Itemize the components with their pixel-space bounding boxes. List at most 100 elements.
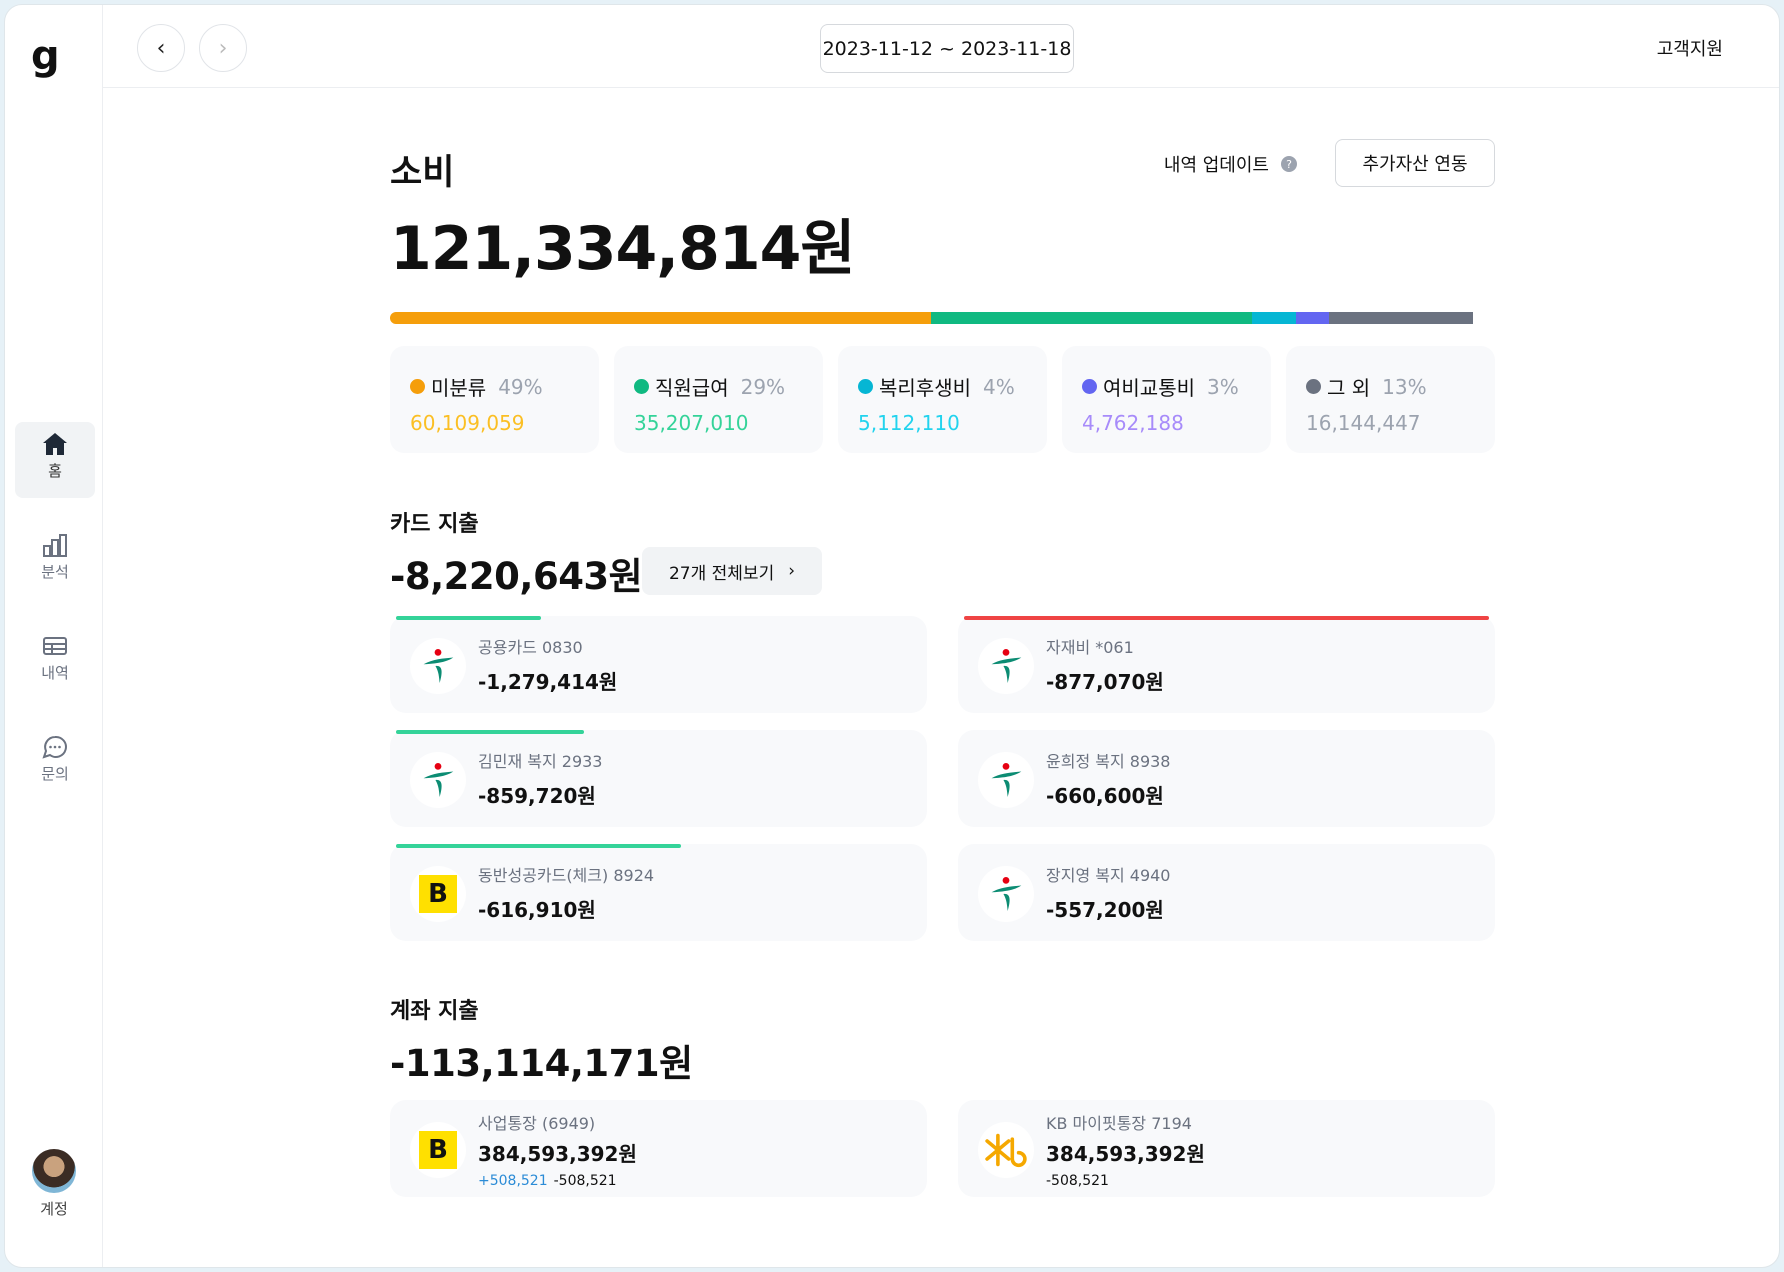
update-history-button[interactable]: 내역 업데이트? [1164, 151, 1297, 177]
home-icon [43, 433, 67, 455]
help-icon[interactable]: ? [1281, 156, 1297, 172]
card-usage-bar [396, 616, 541, 620]
app-window: g 홈 분석 내역 문의 계정 ‹ › 2023-11-12 ~ 2023-11… [4, 4, 1780, 1268]
sidebar: g 홈 분석 내역 문의 계정 [5, 5, 103, 1267]
account-inflow: +508,521 [478, 1173, 548, 1189]
card-amount: -859,720원 [478, 784, 596, 808]
sidebar-item-inquiry[interactable]: 문의 [15, 725, 95, 801]
category-list: 미분류 49% 60,109,059 직원급여 29% 35,207,010 복리후생비 4%… [390, 346, 1495, 453]
category-amount: 35,207,010 [634, 411, 749, 435]
category-name: 그 외 [1327, 376, 1371, 400]
category-amount: 16,144,447 [1306, 411, 1421, 435]
sidebar-item-history[interactable]: 내역 [15, 624, 95, 700]
category-amount: 60,109,059 [410, 411, 525, 435]
card-spending-title: 카드 지출 [390, 512, 479, 537]
category-card[interactable]: 복리후생비 4% 5,112,110 [838, 346, 1047, 453]
sidebar-item-label: 내역 [41, 664, 69, 682]
card-grid: 공용카드 0830 -1,279,414원 자재비 *061 -877,070원김민재… [390, 616, 1495, 941]
category-label: 여비교통비 3% [1082, 372, 1251, 401]
sidebar-item-label: 문의 [41, 765, 69, 783]
category-card[interactable]: 미분류 49% 60,109,059 [390, 346, 599, 453]
hana-bank-logo-icon [978, 638, 1034, 694]
card-amount: -1,279,414원 [478, 670, 618, 694]
account-name: KB 마이핏통장 7194 [1046, 1114, 1192, 1133]
category-card[interactable]: 여비교통비 3% 4,762,188 [1062, 346, 1271, 453]
account-outflow: -508,521 [1046, 1173, 1109, 1189]
card-amount: -557,200원 [1046, 898, 1164, 922]
card-item[interactable]: B 동반성공카드(체크) 8924 -616,910원 [390, 844, 927, 941]
category-percent: 3% [1207, 374, 1239, 399]
hana-bank-logo-icon [978, 866, 1034, 922]
kb-bank-logo-icon [978, 1122, 1034, 1178]
card-spending-total: -8,220,643원 [390, 555, 643, 598]
card-item[interactable]: 자재비 *061 -877,070원 [958, 616, 1495, 713]
card-item[interactable]: 김민재 복지 2933 -859,720원 [390, 730, 927, 827]
category-stacked-bar [390, 312, 1495, 324]
card-name: 장지영 복지 4940 [1046, 866, 1171, 885]
customer-support-link[interactable]: 고객지원 [1657, 35, 1723, 61]
card-usage-bar [964, 616, 1489, 620]
account-label[interactable]: 계정 [5, 1198, 103, 1219]
sidebar-item-analysis[interactable]: 분석 [15, 523, 95, 599]
sidebar-item-home[interactable]: 홈 [15, 422, 95, 498]
category-amount: 4,762,188 [1082, 411, 1184, 435]
category-name: 직원급여 [655, 376, 729, 400]
stacked-bar-segment [390, 312, 932, 324]
stacked-bar-segment [1329, 312, 1473, 324]
account-spending-title: 계좌 지출 [390, 999, 479, 1024]
card-name: 공용카드 0830 [478, 638, 583, 657]
card-usage-bar [396, 730, 584, 734]
account-balance: 384,593,392원 [1046, 1142, 1205, 1166]
b-card-logo-icon: B [410, 866, 466, 922]
page-title: 소비 [390, 153, 455, 193]
category-name: 여비교통비 [1103, 376, 1195, 400]
stacked-bar-segment [1251, 312, 1297, 324]
date-range-picker[interactable]: 2023-11-12 ~ 2023-11-18 [820, 24, 1074, 73]
top-bar: ‹ › 2023-11-12 ~ 2023-11-18 고객지원 [103, 5, 1779, 88]
card-amount: -660,600원 [1046, 784, 1164, 808]
account-item[interactable]: B 사업통장 (6949) 384,593,392원 +508,521 -508,521 [390, 1100, 927, 1197]
card-amount: -616,910원 [478, 898, 596, 922]
bar-chart-icon [43, 534, 67, 557]
account-outflow: -508,521 [553, 1173, 617, 1189]
category-dot-icon [1082, 379, 1097, 394]
update-label: 내역 업데이트 [1163, 155, 1269, 176]
chevron-left-icon: ‹ [156, 35, 166, 61]
card-name: 자재비 *061 [1046, 638, 1134, 657]
sidebar-item-label: 분석 [41, 563, 69, 581]
app-logo[interactable]: g [31, 33, 60, 79]
spending-total: 121,334,814원 [390, 214, 856, 284]
category-dot-icon [858, 379, 873, 394]
category-label: 그 외 13% [1306, 372, 1475, 401]
hana-bank-logo-icon [978, 752, 1034, 808]
view-all-cards-button[interactable]: 27개 전체보기 › [642, 547, 822, 595]
account-spending-total: -113,114,171원 [390, 1042, 693, 1085]
chat-icon [42, 735, 67, 759]
category-label: 미분류 49% [410, 372, 579, 401]
account-item[interactable]: KB 마이핏통장 7194 384,593,392원 -508,521 [958, 1100, 1495, 1197]
card-name: 윤희정 복지 8938 [1046, 752, 1171, 771]
card-item[interactable]: 장지영 복지 4940 -557,200원 [958, 844, 1495, 941]
add-asset-button[interactable]: 추가자산 연동 [1335, 139, 1495, 187]
card-name: 동반성공카드(체크) 8924 [478, 866, 655, 885]
card-item[interactable]: 공용카드 0830 -1,279,414원 [390, 616, 927, 713]
card-item[interactable]: 윤희정 복지 8938 -660,600원 [958, 730, 1495, 827]
category-percent: 49% [498, 374, 543, 399]
category-dot-icon [410, 379, 425, 394]
stacked-bar-segment [1296, 312, 1330, 324]
avatar[interactable] [32, 1149, 76, 1193]
category-card[interactable]: 직원급여 29% 35,207,010 [614, 346, 823, 453]
category-amount: 5,112,110 [858, 411, 960, 435]
view-all-label: 27개 전체보기 [668, 563, 775, 584]
prev-week-button[interactable]: ‹ [137, 24, 185, 72]
category-card[interactable]: 그 외 13% 16,144,447 [1286, 346, 1495, 453]
account-balance: 384,593,392원 [478, 1142, 637, 1166]
category-dot-icon [1306, 379, 1321, 394]
hana-bank-logo-icon [410, 752, 466, 808]
category-name: 미분류 [431, 376, 487, 400]
category-label: 복리후생비 4% [858, 372, 1027, 401]
chevron-right-icon: › [788, 561, 796, 581]
next-week-button[interactable]: › [199, 24, 247, 72]
hana-bank-logo-icon [410, 638, 466, 694]
category-dot-icon [634, 379, 649, 394]
